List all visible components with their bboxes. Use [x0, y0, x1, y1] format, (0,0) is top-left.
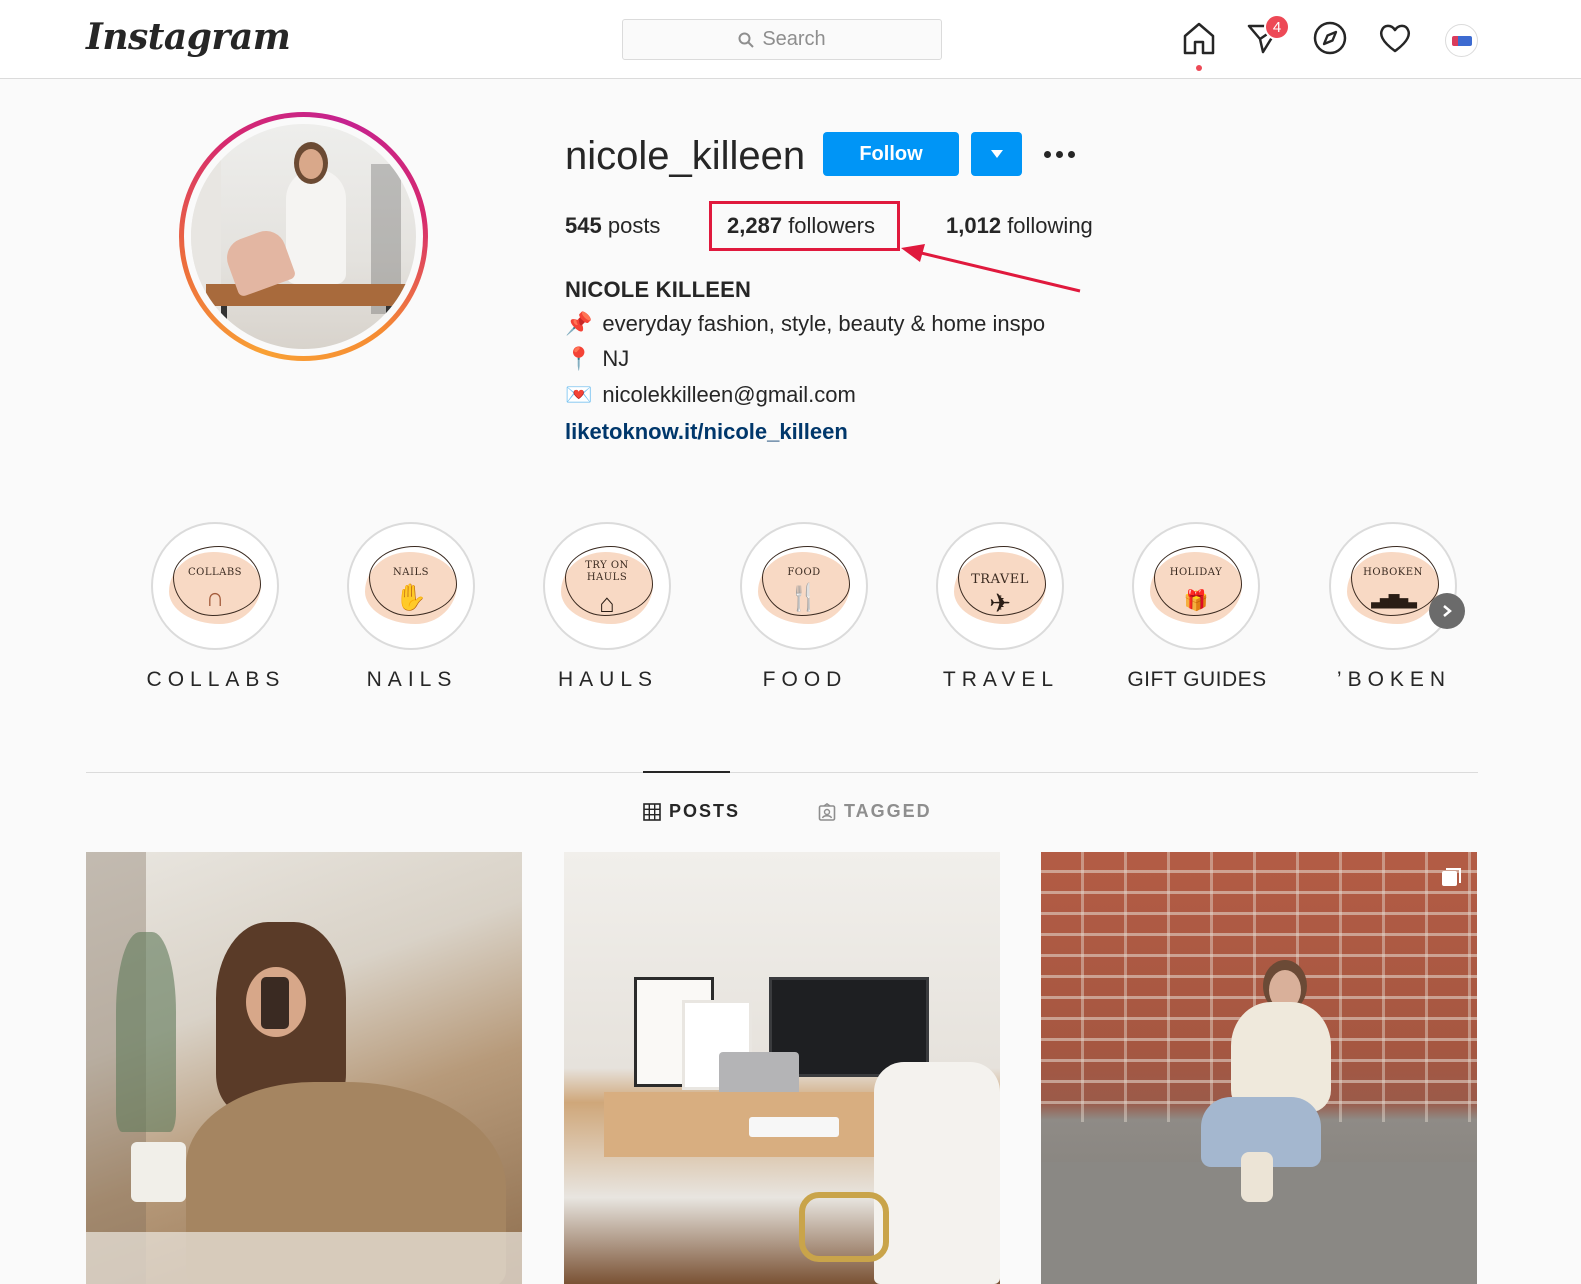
profile-full-name: NICOLE KILLEEN: [565, 277, 752, 302]
direct-nav-button[interactable]: 4: [1246, 14, 1290, 56]
fork-knife-icon: 🍴: [787, 582, 821, 612]
chevron-right-icon: [1443, 605, 1452, 617]
hand-icon: ✋: [394, 582, 428, 612]
heart-icon: [1379, 24, 1411, 53]
highlight-cover: HOLIDAY 🎁: [1140, 530, 1252, 642]
highlight-cover: FOOD 🍴: [748, 530, 860, 642]
highlight-cover: TRAVEL ✈: [944, 530, 1056, 642]
grid-icon: [643, 802, 661, 821]
more-dots-icon: [1043, 150, 1051, 158]
carousel-icon: [1442, 868, 1461, 886]
airplane-icon: ✈: [989, 588, 1011, 618]
notification-badge: 4: [1264, 14, 1290, 40]
highlight-cover: NAILS ✋: [355, 530, 467, 642]
highlight-label: FOOD: [762, 668, 848, 691]
highlight-gift-guides[interactable]: HOLIDAY 🎁 GIFT GUIDES: [1099, 522, 1295, 702]
bio-line: 💌 nicolekkilleen@gmail.com: [565, 382, 856, 408]
tab-label: POSTS: [669, 801, 741, 821]
post-thumbnail[interactable]: [564, 852, 1000, 1284]
chevron-down-icon: [990, 150, 1003, 158]
tagged-icon: [818, 802, 836, 821]
annotation-arrow-icon: [901, 244, 1081, 293]
top-navigation-bar: Instagram Search 4: [0, 0, 1581, 79]
post-thumbnail[interactable]: [86, 852, 522, 1284]
active-tab-indicator: [643, 771, 730, 773]
bio-text: nicolekkilleen@gmail.com: [602, 382, 856, 407]
search-placeholder: Search: [762, 28, 826, 50]
profile-photo: [191, 124, 416, 349]
rainbow-icon: ∩: [205, 582, 225, 612]
avatar-image: [1451, 35, 1472, 46]
highlight-food[interactable]: FOOD 🍴 FOOD: [707, 522, 903, 702]
suggested-accounts-dropdown[interactable]: [971, 132, 1022, 176]
story-ring-avatar[interactable]: [179, 112, 428, 361]
tab-label: TAGGED: [844, 801, 932, 821]
posts-stat: 545 posts: [565, 213, 660, 239]
home-nav-button[interactable]: [1181, 20, 1217, 56]
highlights-next-button[interactable]: [1429, 593, 1465, 629]
highlight-label: COLLABS: [146, 668, 286, 691]
profile-website-link[interactable]: liketoknow.it/nicole_killeen: [565, 419, 848, 445]
bio-text: everyday fashion, style, beauty & home i…: [602, 311, 1046, 336]
tab-posts[interactable]: POSTS: [643, 801, 740, 822]
post-thumbnail[interactable]: [1041, 852, 1477, 1284]
highlight-cover: COLLABS ∩: [159, 530, 271, 642]
highlight-hauls[interactable]: TRY ON HAULS ⌂ HAULS: [510, 522, 706, 702]
bio-line: 📌 everyday fashion, style, beauty & home…: [565, 311, 1045, 337]
hanger-icon: ⌂: [599, 588, 615, 618]
highlight-nails[interactable]: NAILS ✋ NAILS: [314, 522, 510, 702]
tab-tagged[interactable]: TAGGED: [818, 801, 932, 822]
highlight-collabs[interactable]: COLLABS ∩ COLLABS: [118, 522, 314, 702]
highlight-label: HAULS: [557, 668, 659, 691]
following-count: 1,012: [946, 213, 1002, 238]
explore-nav-button[interactable]: [1312, 20, 1348, 56]
highlight-cover: HOBOKEN ▃▅▇▅▃: [1337, 530, 1449, 642]
profile-menu-avatar[interactable]: [1445, 24, 1478, 57]
activity-nav-button[interactable]: [1377, 20, 1413, 56]
highlight-label: GIFT GUIDES: [1127, 668, 1267, 691]
tabs-divider: [86, 772, 1478, 773]
active-page-dot: [1196, 65, 1202, 71]
compass-icon: [1313, 21, 1347, 55]
search-icon: [738, 32, 755, 48]
instagram-logo[interactable]: Instagram: [86, 16, 291, 58]
options-button[interactable]: [1040, 139, 1078, 169]
posts-label: posts: [607, 213, 661, 238]
pushpin-icon: 📌: [565, 311, 593, 336]
love-letter-icon: 💌: [565, 382, 593, 407]
home-icon: [1183, 22, 1215, 55]
search-input[interactable]: Search: [622, 19, 942, 60]
location-pin-icon: 📍: [565, 346, 593, 371]
posts-count: 545: [565, 213, 602, 238]
bio-line: 📍 NJ: [565, 346, 629, 372]
gift-icon: 🎁: [1183, 590, 1209, 612]
bio-text: NJ: [602, 346, 630, 371]
follow-button[interactable]: Follow: [823, 132, 959, 176]
highlight-cover: TRY ON HAULS ⌂: [551, 530, 663, 642]
following-label: following: [1007, 213, 1093, 238]
profile-username: nicole_killeen: [565, 134, 806, 178]
highlight-label: NAILS: [366, 668, 458, 691]
highlight-label: ’BOKEN: [1336, 668, 1452, 691]
followers-highlight-box: [709, 201, 900, 251]
highlight-travel[interactable]: TRAVEL ✈ TRAVEL: [903, 522, 1099, 702]
highlight-label: TRAVEL: [942, 668, 1060, 691]
